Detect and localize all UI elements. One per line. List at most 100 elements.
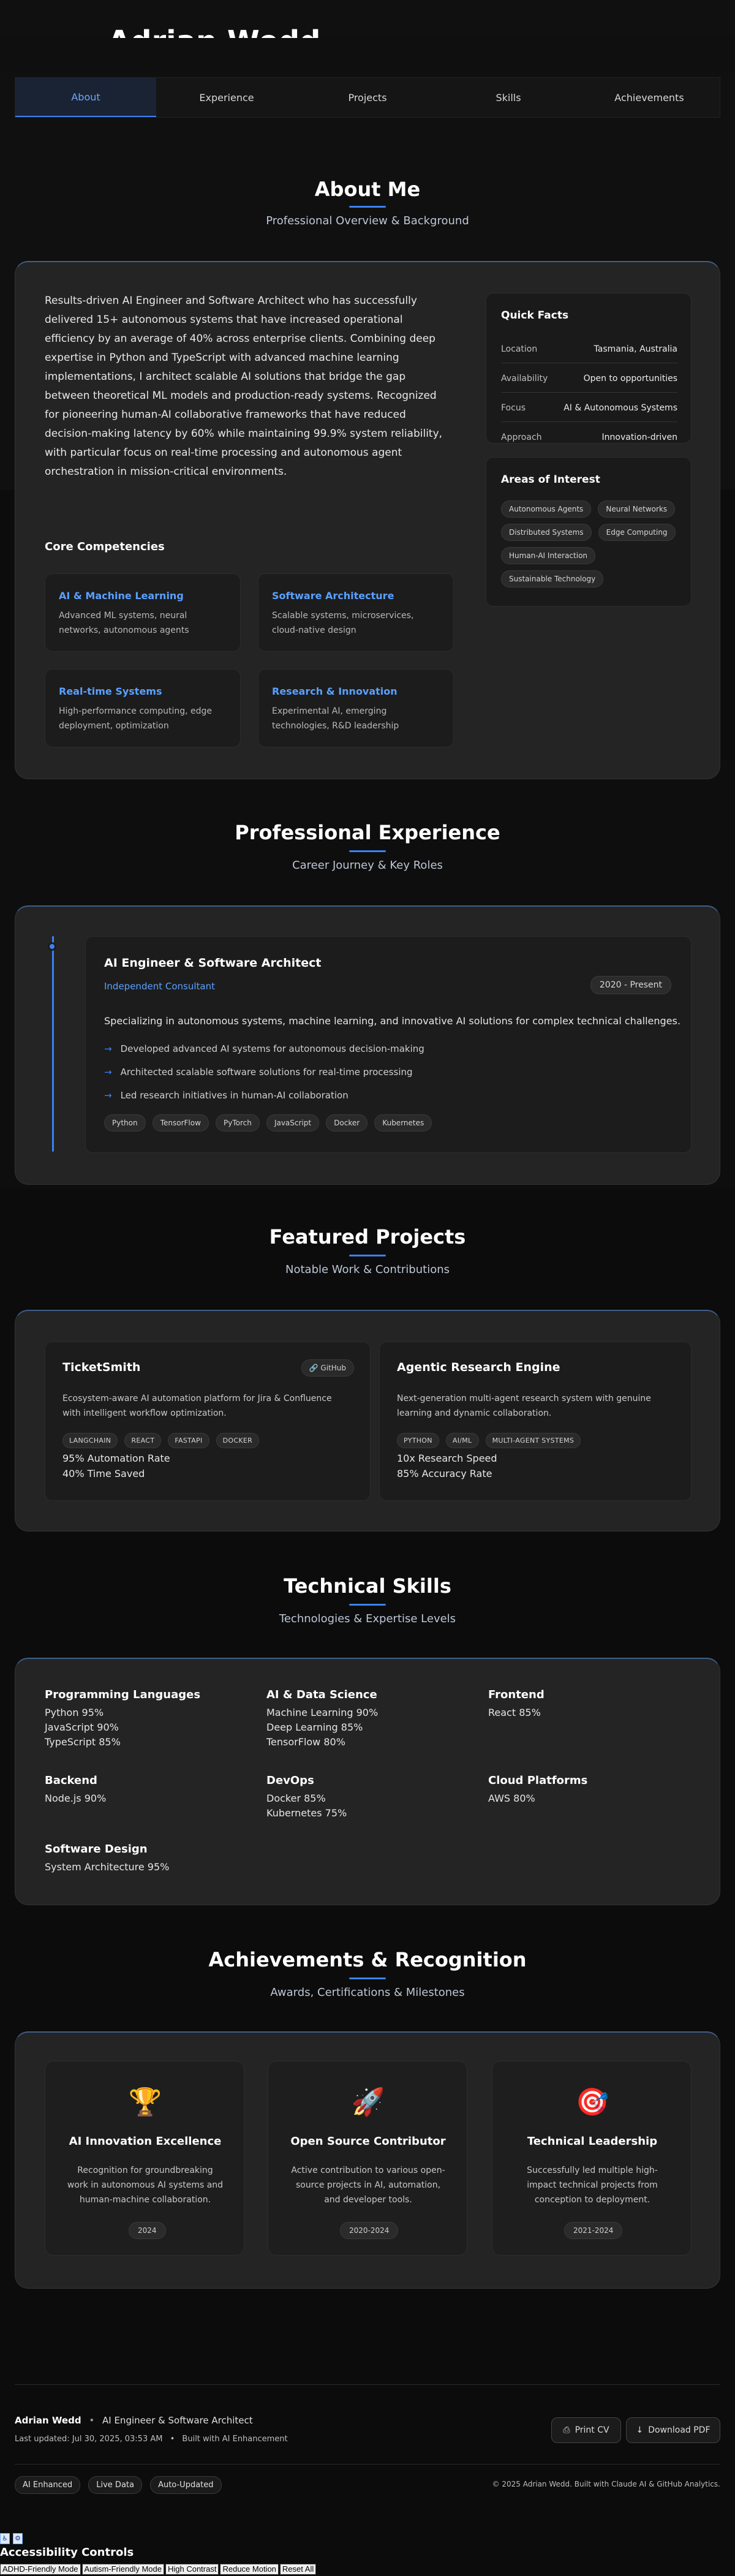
project-desc: Next-generation multi-agent research sys… bbox=[397, 1394, 651, 1418]
footer-meta: Last updated: Jul 30, 2025, 03:53 AM • B… bbox=[15, 2434, 288, 2444]
achievement-card: 🎯 Technical Leadership Successfully led … bbox=[492, 2061, 692, 2256]
accessibility-icon[interactable]: ♿ bbox=[0, 2533, 10, 2544]
about-subtitle: Professional Overview & Background bbox=[266, 214, 469, 227]
achievements-panel: 🏆 AI Innovation Excellence Recognition f… bbox=[15, 2031, 720, 2289]
project-metric: 10x Research Speed bbox=[397, 1452, 497, 1464]
projects-title: Featured Projects bbox=[269, 1225, 466, 1248]
competency-title: AI & Machine Learning bbox=[59, 590, 184, 602]
adhd-mode-button[interactable]: ADHD-Friendly Mode bbox=[0, 2564, 81, 2575]
project-desc: Ecosystem-aware AI automation platform f… bbox=[62, 1394, 332, 1418]
skill-item: Python 95% bbox=[45, 1707, 104, 1718]
interests-card: Areas of Interest Autonomous Agents Neur… bbox=[486, 457, 692, 606]
project-tag: DOCKER bbox=[216, 1433, 260, 1448]
fact-row: Availability Open to opportunities bbox=[501, 364, 677, 393]
settings-icon[interactable]: ⚙ bbox=[13, 2533, 23, 2544]
project-tags: PYTHON AI/ML MULTI-AGENT SYSTEMS bbox=[397, 1433, 584, 1454]
tab-experience[interactable]: Experience bbox=[156, 78, 297, 117]
company-name: Independent Consultant bbox=[104, 981, 215, 992]
trophy-icon: 🏆 bbox=[128, 2087, 162, 2118]
autism-mode-button[interactable]: Autism-Friendly Mode bbox=[81, 2564, 164, 2575]
github-link-label: GitHub bbox=[320, 1364, 346, 1372]
accessibility-toggle-icons: ♿ ⚙ bbox=[0, 2531, 23, 2544]
fact-row: Focus AI & Autonomous Systems bbox=[501, 394, 677, 422]
accessibility-heading: Accessibility Controls bbox=[0, 2546, 134, 2559]
fact-value: Tasmania, Australia bbox=[594, 344, 678, 354]
project-tag: MULTI-AGENT SYSTEMS bbox=[485, 1433, 581, 1448]
competency-card: Software Architecture Scalable systems, … bbox=[258, 573, 454, 652]
skill-item: TensorFlow 80% bbox=[266, 1736, 345, 1748]
download-pdf-button[interactable]: ↓ Download PDF bbox=[626, 2417, 720, 2443]
projects-subtitle: Notable Work & Contributions bbox=[285, 1263, 450, 1276]
skill-group-title: Frontend bbox=[488, 1688, 545, 1701]
achievement-card: 🏆 AI Innovation Excellence Recognition f… bbox=[45, 2061, 244, 2256]
project-tags: LANGCHAIN REACT FASTAPI DOCKER bbox=[62, 1433, 263, 1454]
achievement-desc: Recognition for groundbreaking work in a… bbox=[67, 2166, 224, 2205]
reset-all-button[interactable]: Reset All bbox=[279, 2564, 317, 2575]
achievement-title: Technical Leadership bbox=[527, 2135, 658, 2148]
about-intro: Results-driven AI Engineer and Software … bbox=[45, 295, 443, 478]
tab-projects[interactable]: Projects bbox=[297, 78, 438, 117]
project-metric: 85% Accuracy Rate bbox=[397, 1468, 492, 1479]
competency-title: Research & Innovation bbox=[272, 686, 398, 697]
print-cv-label: Print CV bbox=[575, 2425, 609, 2435]
section-nav: About Experience Projects Skills Achieve… bbox=[15, 77, 720, 118]
skill-item: System Architecture 95% bbox=[45, 1861, 170, 1873]
tech-tag: PyTorch bbox=[216, 1114, 260, 1131]
achievement-bullet: → Led research initiatives in human-AI co… bbox=[104, 1090, 349, 1101]
timeline-line bbox=[52, 936, 54, 1152]
skill-item: AWS 80% bbox=[488, 1792, 535, 1804]
arrow-icon: → bbox=[104, 1067, 112, 1078]
footer-divider bbox=[15, 2464, 720, 2465]
built-with: Built with AI Enhancement bbox=[182, 2434, 288, 2444]
interests-heading: Areas of Interest bbox=[501, 474, 600, 486]
reduce-motion-button[interactable]: Reduce Motion bbox=[220, 2564, 279, 2575]
skill-item: React 85% bbox=[488, 1707, 541, 1718]
fact-key: Approach bbox=[501, 432, 542, 442]
skill-item: TypeScript 85% bbox=[45, 1736, 121, 1748]
skill-group-title: DevOps bbox=[266, 1774, 314, 1787]
fact-value: Innovation-driven bbox=[601, 432, 677, 442]
project-card[interactable]: Agentic Research Engine Next-generation … bbox=[379, 1342, 692, 1501]
skill-item: Machine Learning 90% bbox=[266, 1707, 379, 1718]
about-panel: Results-driven AI Engineer and Software … bbox=[15, 261, 720, 779]
interest-tags: Autonomous Agents Neural Networks Distri… bbox=[501, 500, 685, 594]
tab-achievements[interactable]: Achievements bbox=[579, 78, 720, 117]
tab-about[interactable]: About bbox=[15, 78, 156, 117]
arrow-icon: → bbox=[104, 1090, 112, 1101]
download-icon: ↓ bbox=[636, 2425, 644, 2435]
tab-skills[interactable]: Skills bbox=[438, 78, 579, 117]
project-card[interactable]: TicketSmith 🔗 GitHub Ecosystem-aware AI … bbox=[45, 1342, 371, 1501]
fact-key: Focus bbox=[501, 402, 526, 413]
target-icon: 🎯 bbox=[575, 2087, 609, 2118]
project-tag: PYTHON bbox=[397, 1433, 439, 1448]
status-badge: Live Data bbox=[88, 2476, 142, 2494]
fact-key: Location bbox=[501, 344, 538, 354]
skills-title: Technical Skills bbox=[284, 1574, 451, 1598]
fact-row: Approach Innovation-driven bbox=[501, 423, 677, 451]
experience-panel: AI Engineer & Software Architect Indepen… bbox=[15, 905, 720, 1185]
tech-tag: Python bbox=[104, 1114, 146, 1131]
skill-item: Kubernetes 75% bbox=[266, 1807, 347, 1819]
skill-group-title: Programming Languages bbox=[45, 1688, 201, 1701]
dot-separator: • bbox=[89, 2415, 95, 2426]
achievements-subtitle: Awards, Certifications & Milestones bbox=[270, 1986, 465, 1999]
footer-role: AI Engineer & Software Architect bbox=[102, 2415, 253, 2426]
skills-subtitle: Technologies & Expertise Levels bbox=[279, 1612, 456, 1625]
footer-identity: Adrian Wedd • AI Engineer & Software Arc… bbox=[15, 2415, 253, 2426]
skill-group-title: AI & Data Science bbox=[266, 1688, 377, 1701]
competency-desc: Scalable systems, microservices, cloud-n… bbox=[272, 611, 414, 635]
achievement-year: 2024 bbox=[129, 2222, 166, 2239]
github-link[interactable]: 🔗 GitHub bbox=[301, 1359, 354, 1377]
competency-card: Research & Innovation Experimental AI, e… bbox=[258, 669, 454, 747]
skill-group-title: Cloud Platforms bbox=[488, 1774, 588, 1787]
quick-facts-card: Quick Facts Location Tasmania, Australia … bbox=[486, 293, 692, 444]
project-metric: 40% Time Saved bbox=[62, 1468, 145, 1479]
high-contrast-button[interactable]: High Contrast bbox=[165, 2564, 219, 2575]
hero-divider bbox=[0, 38, 735, 72]
achievements-title: Achievements & Recognition bbox=[208, 1948, 527, 1971]
period-badge: 2020 - Present bbox=[590, 976, 671, 994]
arrow-icon: → bbox=[104, 1043, 112, 1054]
bullet-text: Architected scalable software solutions … bbox=[120, 1067, 413, 1078]
role-title: AI Engineer & Software Architect bbox=[104, 956, 322, 970]
print-cv-button[interactable]: ⎙ Print CV bbox=[551, 2417, 621, 2443]
